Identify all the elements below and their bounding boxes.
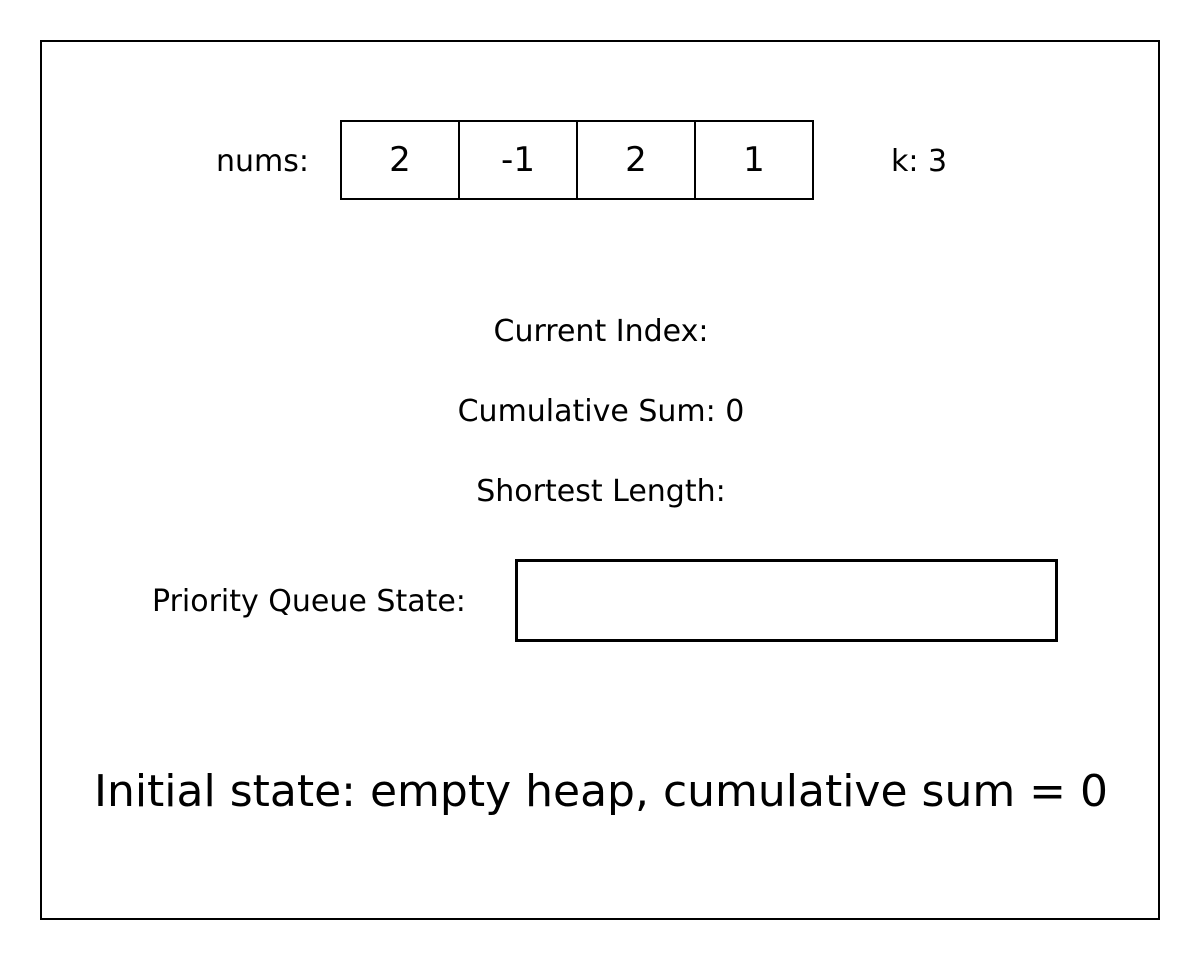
nums-cell: -1 (458, 120, 578, 200)
k-label: k: 3 (891, 144, 948, 179)
cumulative-sum-label: Cumulative Sum: 0 (457, 394, 745, 429)
caption: Initial state: empty heap, cumulative su… (93, 766, 1109, 817)
priority-queue-box (515, 559, 1058, 642)
nums-label: nums: (216, 144, 309, 179)
shortest-length-label: Shortest Length: (476, 474, 726, 509)
nums-cell: 2 (576, 120, 696, 200)
priority-queue-label: Priority Queue State: (152, 584, 466, 619)
nums-array: 2 -1 2 1 (340, 120, 814, 200)
current-index-label: Current Index: (493, 314, 709, 349)
nums-cell: 1 (694, 120, 814, 200)
nums-cell: 2 (340, 120, 460, 200)
